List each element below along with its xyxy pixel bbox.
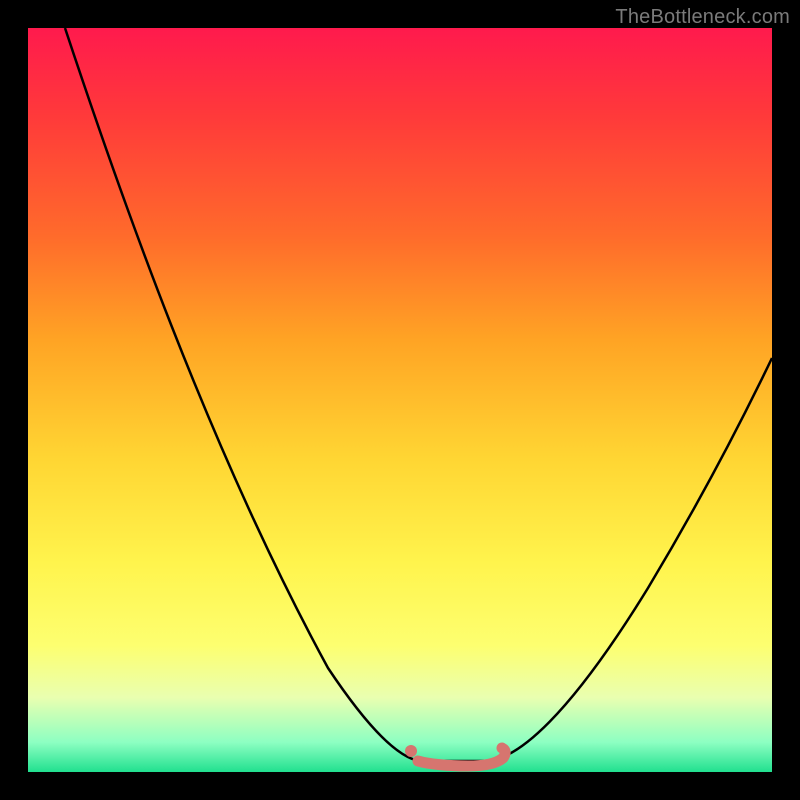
- chart-frame: TheBottleneck.com: [0, 0, 800, 800]
- curve-path: [65, 28, 772, 761]
- marker-dot: [405, 745, 417, 757]
- optimal-region-highlight: [418, 748, 505, 766]
- bottleneck-curve: [28, 28, 772, 772]
- watermark-text: TheBottleneck.com: [615, 6, 790, 29]
- plot-area: [28, 28, 772, 772]
